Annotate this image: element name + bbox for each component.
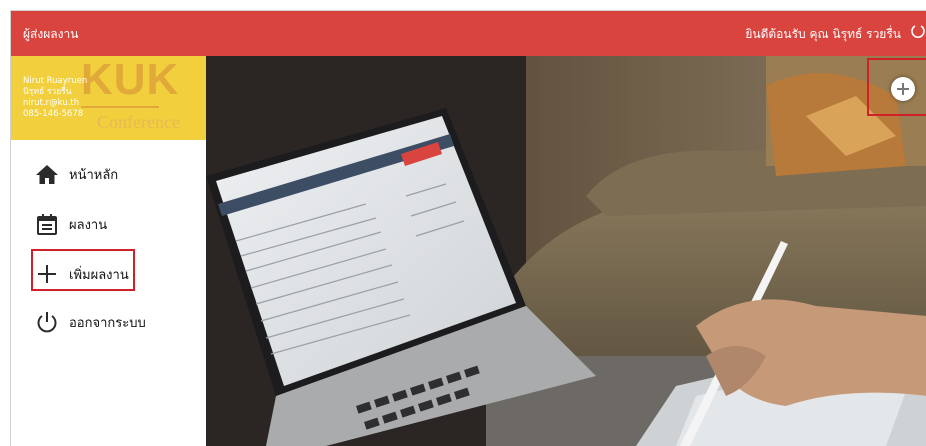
hero-image: [206, 56, 926, 446]
sidebar-item-label: ผลงาน: [69, 218, 108, 233]
calendar-icon: [37, 214, 57, 235]
power-icon[interactable]: [911, 22, 925, 40]
welcome-text: ยินดีต้อนรับ คุณ นิรุทธ์ รวยรื่น: [745, 27, 901, 41]
sidebar-item-works[interactable]: ผลงาน: [11, 202, 206, 246]
app-title: ผู้ส่งผลงาน: [23, 27, 79, 41]
top-bar: ผู้ส่งผลงาน ยินดีต้อนรับ คุณ นิรุทธ์ รวย…: [11, 11, 926, 56]
sidebar-item-label: เพิ่มผลงาน: [69, 268, 129, 283]
sidebar-item-label: หน้าหลัก: [69, 168, 119, 183]
sidebar-item-home[interactable]: หน้าหลัก: [11, 152, 206, 196]
sidebar: KUK Conference Nirut Ruayruen นิรุทธ์ รว…: [11, 56, 206, 446]
power-icon: [37, 312, 57, 333]
logo-underline: [81, 106, 159, 108]
sidebar-item-logout[interactable]: ออกจากระบบ: [11, 300, 206, 344]
profile-email: nirut.r@ku.th: [23, 98, 80, 108]
app-window: ผู้ส่งผลงาน ยินดีต้อนรับ คุณ นิรุทธ์ รวย…: [10, 10, 926, 446]
plus-icon: [38, 265, 56, 283]
sidebar-item-label: ออกจากระบบ: [69, 316, 146, 331]
sidebar-item-add-work[interactable]: เพิ่มผลงาน: [11, 249, 206, 296]
profile-name-th: นิรุทธ์ รวยรื่น: [23, 87, 72, 97]
profile-info: Nirut Ruayruen นิรุทธ์ รวยรื่น nirut.r@k…: [23, 76, 87, 120]
profile-phone: 085-146-5678: [23, 109, 84, 119]
profile-name-en: Nirut Ruayruen: [23, 76, 88, 86]
home-icon: [36, 165, 58, 184]
add-work-fab[interactable]: [891, 77, 915, 101]
conference-logo: KUK: [81, 56, 180, 104]
conference-logo-sub: Conference: [97, 112, 180, 132]
plus-icon-bar: [902, 83, 904, 95]
hero-illustration: [206, 56, 926, 446]
profile-card: KUK Conference Nirut Ruayruen นิรุทธ์ รว…: [11, 56, 206, 140]
